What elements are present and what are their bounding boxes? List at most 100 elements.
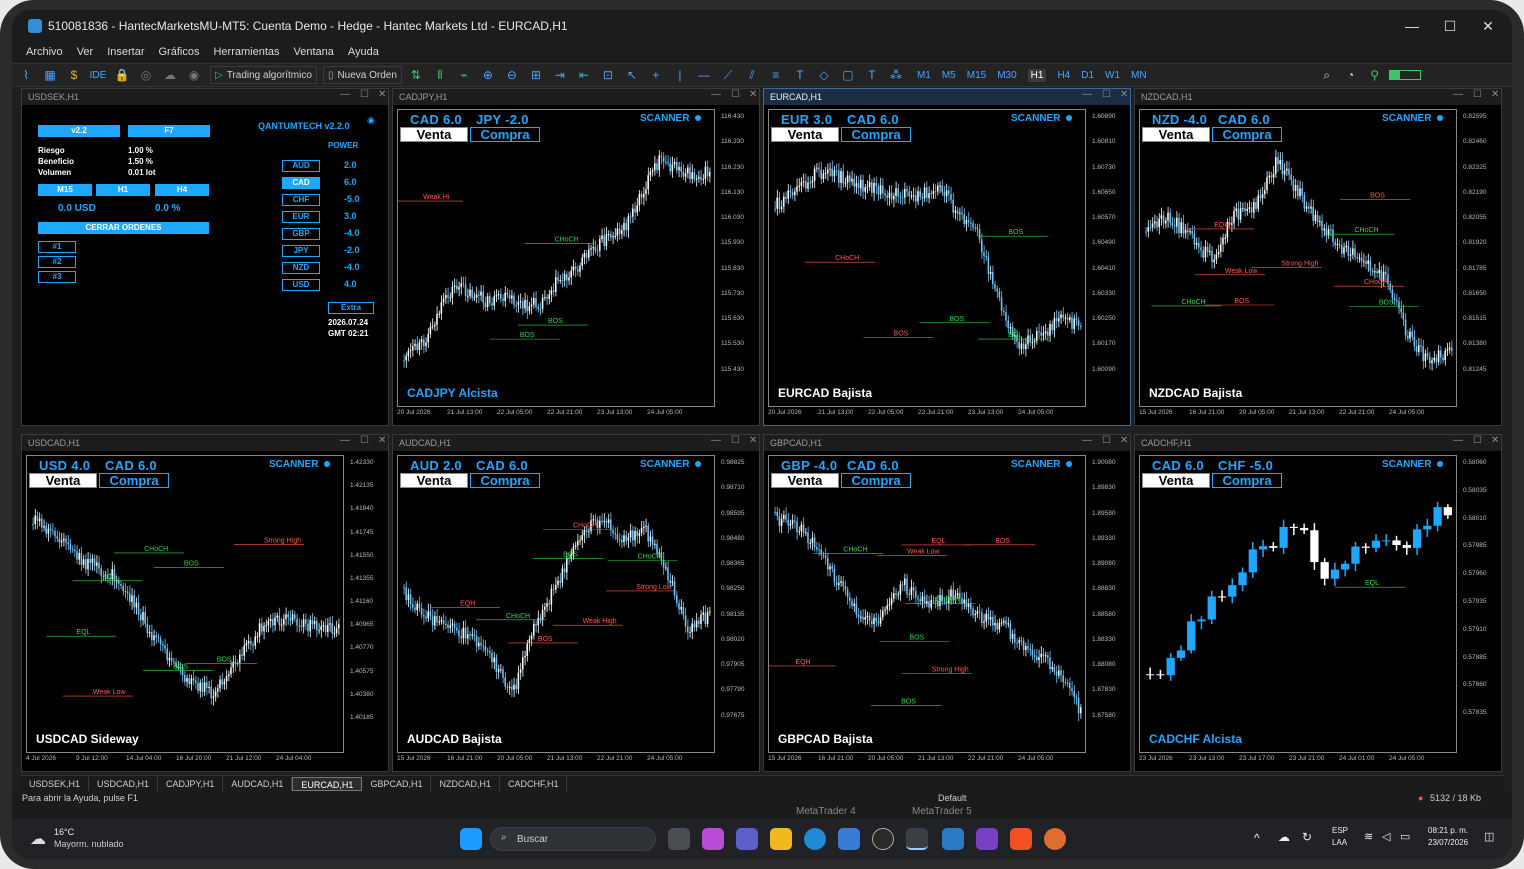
sell-button[interactable]: Venta [1142,127,1210,142]
scanner-label[interactable]: SCANNER [269,459,330,470]
chart-window-cadjpy[interactable]: CADJPY,H1 — ☐ ✕ BOS BOS CHoCH Weak Hi CAD 6.0 JPY… [392,88,760,426]
restore-icon[interactable]: ☐ [1473,89,1482,100]
horizontal-line-icon[interactable]: — [694,66,714,84]
sell-button[interactable]: Venta [29,473,97,488]
chart-plot[interactable]: EQL CAD 6.0 CHF -5.0 Venta Compra SCANNER CADC… [1139,455,1457,753]
chart-plot[interactable]: BOS BOS CHoCH Weak Hi CAD 6.0 JPY -2.0 Venta Co… [397,109,715,407]
currency-jpy[interactable]: JPY [282,245,320,257]
scanner-label[interactable]: SCANNER [640,113,701,124]
screenshot-icon[interactable]: ⊡ [598,66,618,84]
currency-aud[interactable]: AUD [282,160,320,172]
search-icon[interactable]: ⌕ [1317,66,1337,84]
minimize-icon[interactable]: — [711,89,721,100]
chart-tab[interactable]: CADCHF,H1 [500,776,568,791]
close-icon[interactable]: ✕ [749,435,757,446]
currency-chf[interactable]: CHF [282,194,320,206]
close-icon[interactable]: ✕ [749,89,757,100]
buy-button[interactable]: Compra [841,473,911,488]
vertical-line-icon[interactable]: | [670,66,690,84]
minimize-icon[interactable]: — [711,435,721,446]
scanner-label[interactable]: SCANNER [1382,459,1443,470]
menu-archivo[interactable]: Archivo [26,46,63,58]
chart-window-nzdcad[interactable]: NZDCAD,H1 — ☐ ✕ BOS BOS EQH CHoCH CHoCH BOS CHoCH S… [1134,88,1502,426]
sell-button[interactable]: Venta [400,127,468,142]
f7-button[interactable]: F7 [128,125,210,137]
notifications-icon[interactable]: ◔ [1341,66,1361,84]
ide-button[interactable]: IDE [88,66,108,84]
chart-tab[interactable]: USDSEK,H1 [21,776,90,791]
cursor-icon[interactable]: ↖ [622,66,642,84]
restore-icon[interactable]: ☐ [731,89,740,100]
restore-icon[interactable]: ☐ [1102,89,1111,100]
file-explorer-icon[interactable] [770,828,792,850]
buy-button[interactable]: Compra [470,127,540,142]
clock-date[interactable]: 23/07/2026 [1428,838,1468,847]
close-icon[interactable]: ✕ [1491,89,1499,100]
restore-icon[interactable]: ☐ [731,435,740,446]
currency-eur[interactable]: EUR [282,211,320,223]
sell-button[interactable]: Venta [771,473,839,488]
restore-icon[interactable]: ☐ [1473,435,1482,446]
start-icon[interactable] [460,828,482,850]
menu-insertar[interactable]: Insertar [107,46,144,58]
teams-icon[interactable] [736,828,758,850]
search-box[interactable]: ⌕ Buscar [490,827,656,851]
tf-h4[interactable]: H4 [1057,70,1070,81]
algo-trading-button[interactable]: ▷ Trading algorítmico [210,66,317,84]
dell-icon[interactable] [872,828,894,850]
minimize-icon[interactable]: — [1453,89,1463,100]
buy-button[interactable]: Compra [1212,473,1282,488]
sell-button[interactable]: Venta [400,473,468,488]
buy-button[interactable]: Compra [1212,127,1282,142]
rectangle-icon[interactable]: ▢ [838,66,858,84]
app-icon[interactable] [976,828,998,850]
chart-plot[interactable]: CHoCH BOS CHoCH EQH BOS EQL BOS Strong High Weak… [768,455,1086,753]
currency-usd[interactable]: USD [282,279,320,291]
menu-ver[interactable]: Ver [77,46,94,58]
new-chart-icon[interactable]: ▦ [40,66,60,84]
signal-strength-icon[interactable]: ⚲ [1365,66,1385,84]
tf-h4-button[interactable]: H4 [155,184,209,196]
minimize-icon[interactable]: — [1453,435,1463,446]
chart-tab[interactable]: USDCAD,H1 [89,776,159,791]
menu-ventana[interactable]: Ventana [294,46,334,58]
tf-m15-button[interactable]: M15 [38,184,92,196]
chevron-up-icon[interactable]: ^ [1254,831,1260,845]
close-icon[interactable]: ✕ [1120,89,1128,100]
zoom-out-icon[interactable]: ⊖ [502,66,522,84]
battery-icon[interactable]: ▭ [1400,830,1410,843]
chart-plot[interactable]: EQL BOS BOS BOS BOS CHoCH Strong High Weak Low U… [26,455,344,753]
lang-2[interactable]: LAA [1332,838,1347,847]
grid-icon[interactable]: ⊞ [526,66,546,84]
restore-icon[interactable]: ☐ [360,89,369,100]
maximize-button[interactable]: ☐ [1432,10,1468,42]
sync-icon[interactable]: ↻ [1302,830,1312,844]
close-icon[interactable]: ✕ [1491,435,1499,446]
currency-nzd[interactable]: NZD [282,262,320,274]
bars-icon[interactable]: ⫴ [430,66,450,84]
chart-tab[interactable]: EURCAD,H1 [292,776,363,791]
clock-time[interactable]: 08:21 p. m. [1428,826,1468,835]
wifi-icon[interactable]: ≋ [1364,830,1373,843]
crosshair-icon[interactable]: + [646,66,666,84]
autoscroll-icon[interactable]: ⇥ [550,66,570,84]
signal-icon[interactable]: ◎ [136,66,156,84]
tf-h1[interactable]: H1 [1027,68,1047,82]
buy-button[interactable]: Compra [99,473,169,488]
copilot-icon[interactable] [702,828,724,850]
chart-tab[interactable]: CADJPY,H1 [158,776,224,791]
edge-icon[interactable] [804,828,826,850]
currency-gbp[interactable]: GBP [282,228,320,240]
chart-window-audcad[interactable]: AUDCAD,H1 — ☐ ✕ CHoCH EQH CHoCH CHoCH BOS BOS Weak… [392,434,760,772]
lock-icon[interactable]: 🔒 [112,66,132,84]
restore-icon[interactable]: ☐ [1102,435,1111,446]
objects-icon[interactable]: ⁂ [886,66,906,84]
cloud-icon[interactable]: ☁ [160,66,180,84]
label-icon[interactable]: T [862,66,882,84]
restore-icon[interactable]: ☐ [360,435,369,446]
weather-icon[interactable]: ☁ [30,829,46,849]
new-order-button[interactable]: ▯ Nueva Orden [322,66,402,84]
close-orders-button[interactable]: CERRAR ORDENES [38,222,209,234]
close-icon[interactable]: ✕ [1120,435,1128,446]
chart-type-icon[interactable]: ⌇ [16,66,36,84]
